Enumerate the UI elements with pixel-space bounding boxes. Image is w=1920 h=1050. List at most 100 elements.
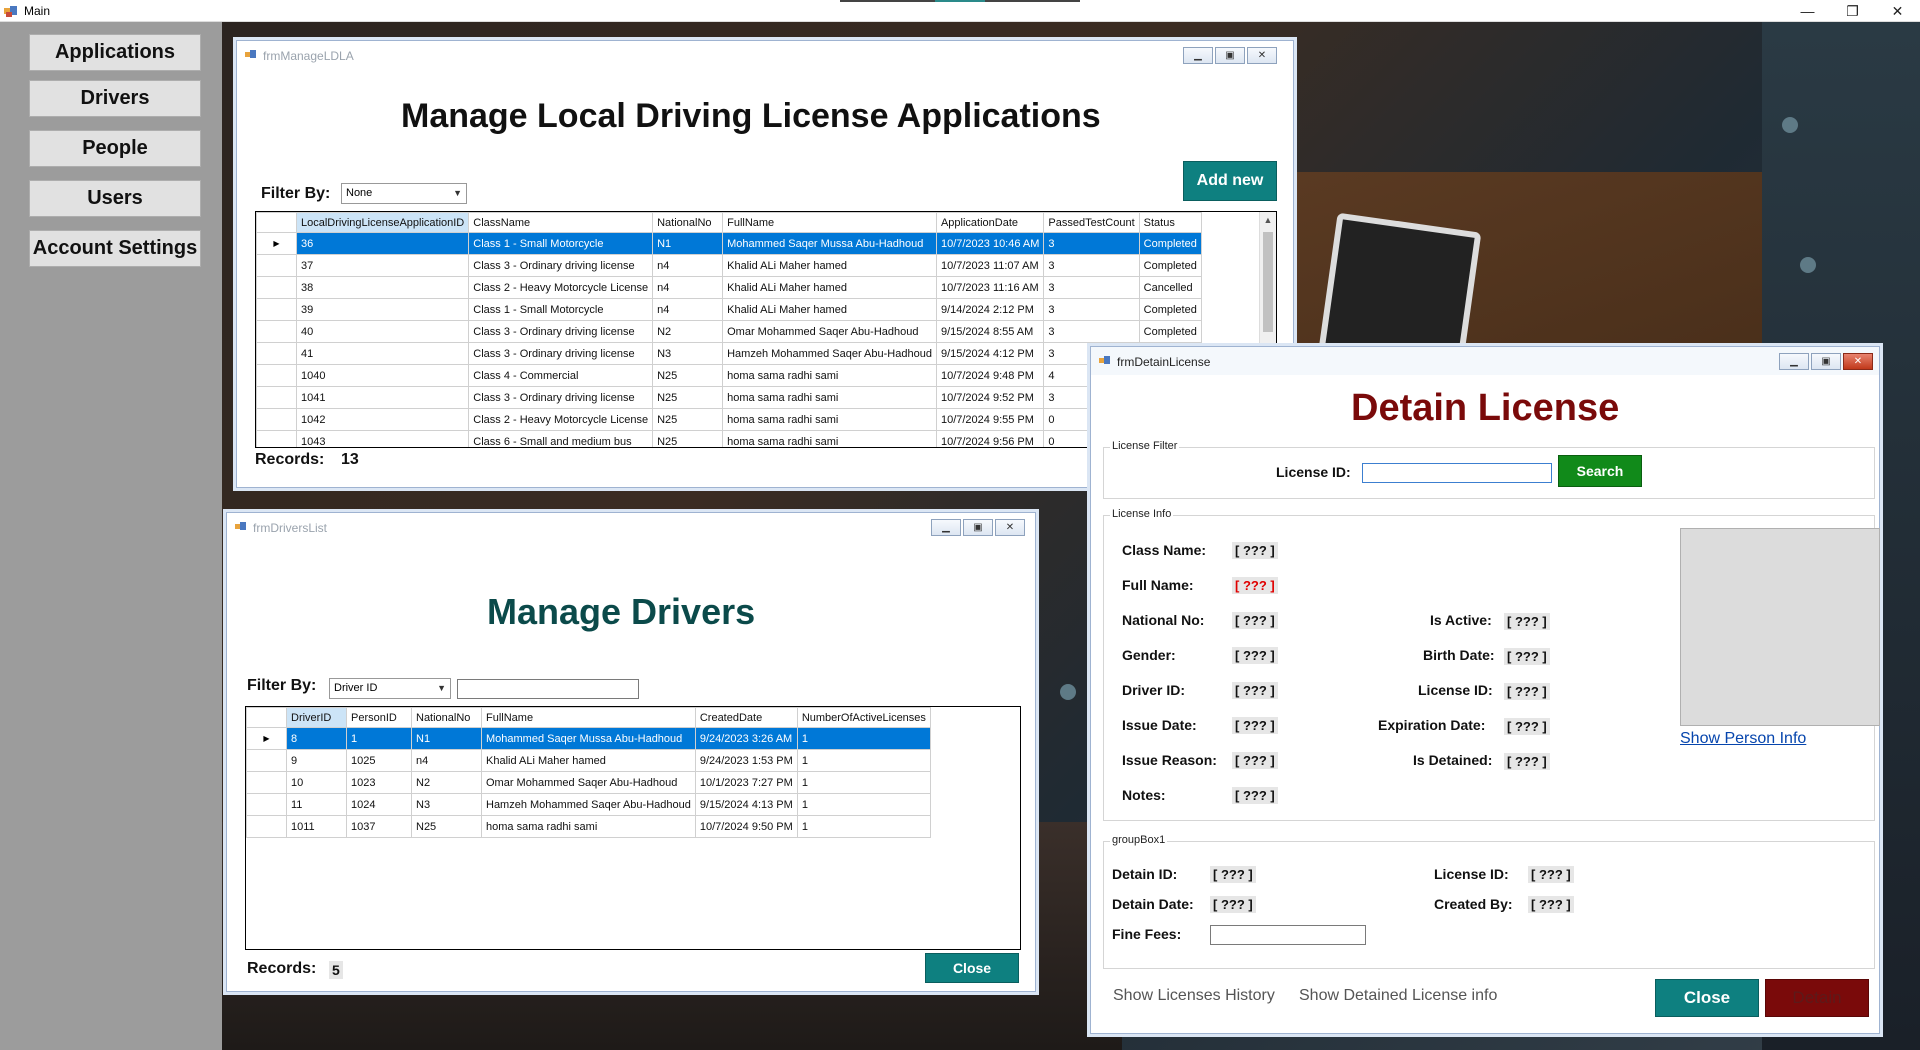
row-header[interactable] bbox=[246, 793, 287, 816]
table-cell: 1 bbox=[796, 815, 931, 838]
fine-fees-input[interactable] bbox=[1210, 925, 1366, 945]
ldla-column-header[interactable]: ApplicationDate bbox=[935, 212, 1045, 233]
maximize-button[interactable]: ▣ bbox=[1215, 47, 1245, 64]
detain-window: frmDetainLicense ▁ ▣ ✕ Detain License Li… bbox=[1090, 346, 1880, 1034]
row-header[interactable] bbox=[246, 771, 287, 794]
drivers-filter-input[interactable] bbox=[457, 679, 639, 699]
drivers-column-header[interactable]: NumberOfActiveLicenses bbox=[796, 707, 931, 728]
table-row[interactable]: 40 Class 3 - Ordinary driving license N2 Om… bbox=[256, 320, 1202, 343]
ldla-filter-dropdown[interactable]: None ▼ bbox=[341, 183, 467, 204]
sidebar-item-account-settings[interactable]: Account Settings bbox=[29, 230, 201, 267]
row-header[interactable] bbox=[256, 364, 297, 387]
table-cell: N25 bbox=[652, 408, 724, 431]
table-row[interactable]: 10 1023 N2 Omar Mohammed Saqer Abu-Hadhoud 1… bbox=[246, 771, 931, 794]
sidebar-item-users[interactable]: Users bbox=[29, 180, 201, 217]
drivers-column-header[interactable]: DriverID bbox=[286, 707, 347, 728]
add-new-button[interactable]: Add new bbox=[1183, 161, 1277, 201]
table-row[interactable]: 38 Class 2 - Heavy Motorcycle License n4 Kh… bbox=[256, 276, 1202, 299]
table-row[interactable]: 11 1024 N3 Hamzeh Mohammed Saqer Abu-Hadhou… bbox=[246, 793, 931, 816]
row-header[interactable] bbox=[256, 276, 297, 299]
table-cell: 38 bbox=[295, 276, 470, 299]
scroll-up-icon[interactable]: ▲ bbox=[1260, 212, 1276, 229]
main-window-title: Main bbox=[24, 4, 51, 18]
row-header[interactable] bbox=[256, 298, 297, 321]
form-icon bbox=[1099, 356, 1110, 364]
table-row[interactable]: 1041 Class 3 - Ordinary driving license N2… bbox=[256, 386, 1202, 409]
ldla-column-header[interactable]: FullName bbox=[722, 212, 937, 233]
table-cell: 1011 bbox=[286, 815, 347, 838]
close-button[interactable]: ✕ bbox=[995, 519, 1025, 536]
table-cell: 37 bbox=[295, 254, 470, 277]
drivers-close-button[interactable]: Close bbox=[925, 953, 1019, 983]
issue-reason-label: Issue Reason: bbox=[1122, 752, 1217, 768]
ldla-column-header[interactable]: PassedTestCount bbox=[1043, 212, 1140, 233]
row-header[interactable]: ▶ bbox=[246, 727, 287, 750]
minimize-button[interactable]: ▁ bbox=[1183, 47, 1213, 64]
detain-titlebar: frmDetainLicense ▁ ▣ ✕ bbox=[1091, 347, 1879, 375]
table-row[interactable]: 1040 Class 4 - Commercial N25 homa sama rad… bbox=[256, 364, 1202, 387]
table-row[interactable]: 1042 Class 2 - Heavy Motorcycle License N2… bbox=[256, 408, 1202, 431]
ldla-column-header[interactable]: Status bbox=[1138, 212, 1202, 233]
row-header bbox=[256, 212, 297, 233]
table-cell: 8 bbox=[286, 727, 347, 750]
sidebar-item-applications[interactable]: Applications bbox=[29, 34, 201, 71]
drivers-data-grid[interactable]: DriverID PersonID NationalNo FullName Create… bbox=[245, 706, 1021, 950]
table-row[interactable]: 1011 1037 N25 homa sama radhi sami 10/7/2024… bbox=[246, 815, 931, 838]
close-button[interactable]: ✕ bbox=[1875, 0, 1920, 22]
show-detained-license-info-link[interactable]: Show Detained License info bbox=[1299, 987, 1497, 1005]
table-row[interactable]: ▶ 36 Class 1 - Small Motorcycle N1 Mohammed … bbox=[256, 232, 1202, 255]
table-cell: Hamzeh Mohammed Saqer Abu-Hadhoud bbox=[722, 342, 937, 365]
fine-fees-label: Fine Fees: bbox=[1112, 926, 1182, 942]
row-header[interactable] bbox=[256, 342, 297, 365]
license-id-input[interactable] bbox=[1362, 463, 1552, 483]
table-cell: 1043 bbox=[295, 430, 470, 447]
detain-button[interactable]: Detain bbox=[1765, 979, 1869, 1017]
maximize-button[interactable]: ▣ bbox=[1811, 353, 1841, 370]
sidebar-item-drivers[interactable]: Drivers bbox=[29, 80, 201, 117]
table-row[interactable]: 39 Class 1 - Small Motorcycle n4 Khalid ALi… bbox=[256, 298, 1202, 321]
row-header[interactable] bbox=[256, 386, 297, 409]
table-cell: N25 bbox=[411, 815, 482, 838]
table-cell: 10/7/2024 9:52 PM bbox=[935, 386, 1045, 409]
minimize-button[interactable]: — bbox=[1785, 0, 1830, 22]
drivers-filter-dropdown[interactable]: Driver ID ▼ bbox=[329, 678, 451, 699]
drivers-column-header[interactable]: PersonID bbox=[346, 707, 412, 728]
row-header[interactable] bbox=[246, 815, 287, 838]
table-row[interactable]: 41 Class 3 - Ordinary driving license N3 Ha… bbox=[256, 342, 1202, 365]
row-header[interactable] bbox=[256, 430, 297, 447]
detain-close-button[interactable]: Close bbox=[1655, 979, 1759, 1017]
table-cell: 10/7/2024 9:50 PM bbox=[694, 815, 798, 838]
close-button[interactable]: ✕ bbox=[1247, 47, 1277, 64]
row-header[interactable] bbox=[246, 749, 287, 772]
row-header[interactable] bbox=[256, 254, 297, 277]
show-person-info-link[interactable]: Show Person Info bbox=[1680, 730, 1806, 748]
table-row[interactable]: 9 1025 n4 Khalid ALi Maher hamed 9/24/2023 1… bbox=[246, 749, 931, 772]
minimize-button[interactable]: ▁ bbox=[931, 519, 961, 536]
restore-button[interactable]: ❐ bbox=[1830, 0, 1875, 22]
table-cell: 36 bbox=[295, 232, 470, 255]
scroll-thumb[interactable] bbox=[1263, 232, 1273, 332]
table-cell: Hamzeh Mohammed Saqer Abu-Hadhoud bbox=[481, 793, 696, 816]
drivers-column-header[interactable]: CreatedDate bbox=[694, 707, 798, 728]
table-row[interactable]: 1043 Class 6 - Small and medium bus N25 hom… bbox=[256, 430, 1202, 447]
close-button[interactable]: ✕ bbox=[1843, 353, 1873, 370]
ldla-column-header[interactable]: LocalDrivingLicenseApplicationID bbox=[295, 212, 470, 233]
created-by-label: Created By: bbox=[1434, 896, 1513, 912]
sidebar-item-people[interactable]: People bbox=[29, 130, 201, 167]
row-header[interactable] bbox=[256, 408, 297, 431]
drivers-column-header[interactable]: FullName bbox=[481, 707, 696, 728]
ldla-column-header[interactable]: ClassName bbox=[468, 212, 654, 233]
drivers-column-header[interactable]: NationalNo bbox=[411, 707, 482, 728]
table-cell: Class 3 - Ordinary driving license bbox=[468, 342, 654, 365]
row-header[interactable] bbox=[256, 320, 297, 343]
table-cell: N3 bbox=[652, 342, 724, 365]
show-licenses-history-link[interactable]: Show Licenses History bbox=[1113, 987, 1275, 1005]
table-cell: Cancelled bbox=[1138, 276, 1202, 299]
minimize-button[interactable]: ▁ bbox=[1779, 353, 1809, 370]
search-button[interactable]: Search bbox=[1558, 455, 1642, 487]
maximize-button[interactable]: ▣ bbox=[963, 519, 993, 536]
table-row[interactable]: ▶ 8 1 N1 Mohammed Saqer Mussa Abu-Hadhoud 9/2… bbox=[246, 727, 931, 750]
ldla-column-header[interactable]: NationalNo bbox=[652, 212, 724, 233]
table-row[interactable]: 37 Class 3 - Ordinary driving license n4 Kh… bbox=[256, 254, 1202, 277]
row-header[interactable]: ▶ bbox=[256, 232, 297, 255]
